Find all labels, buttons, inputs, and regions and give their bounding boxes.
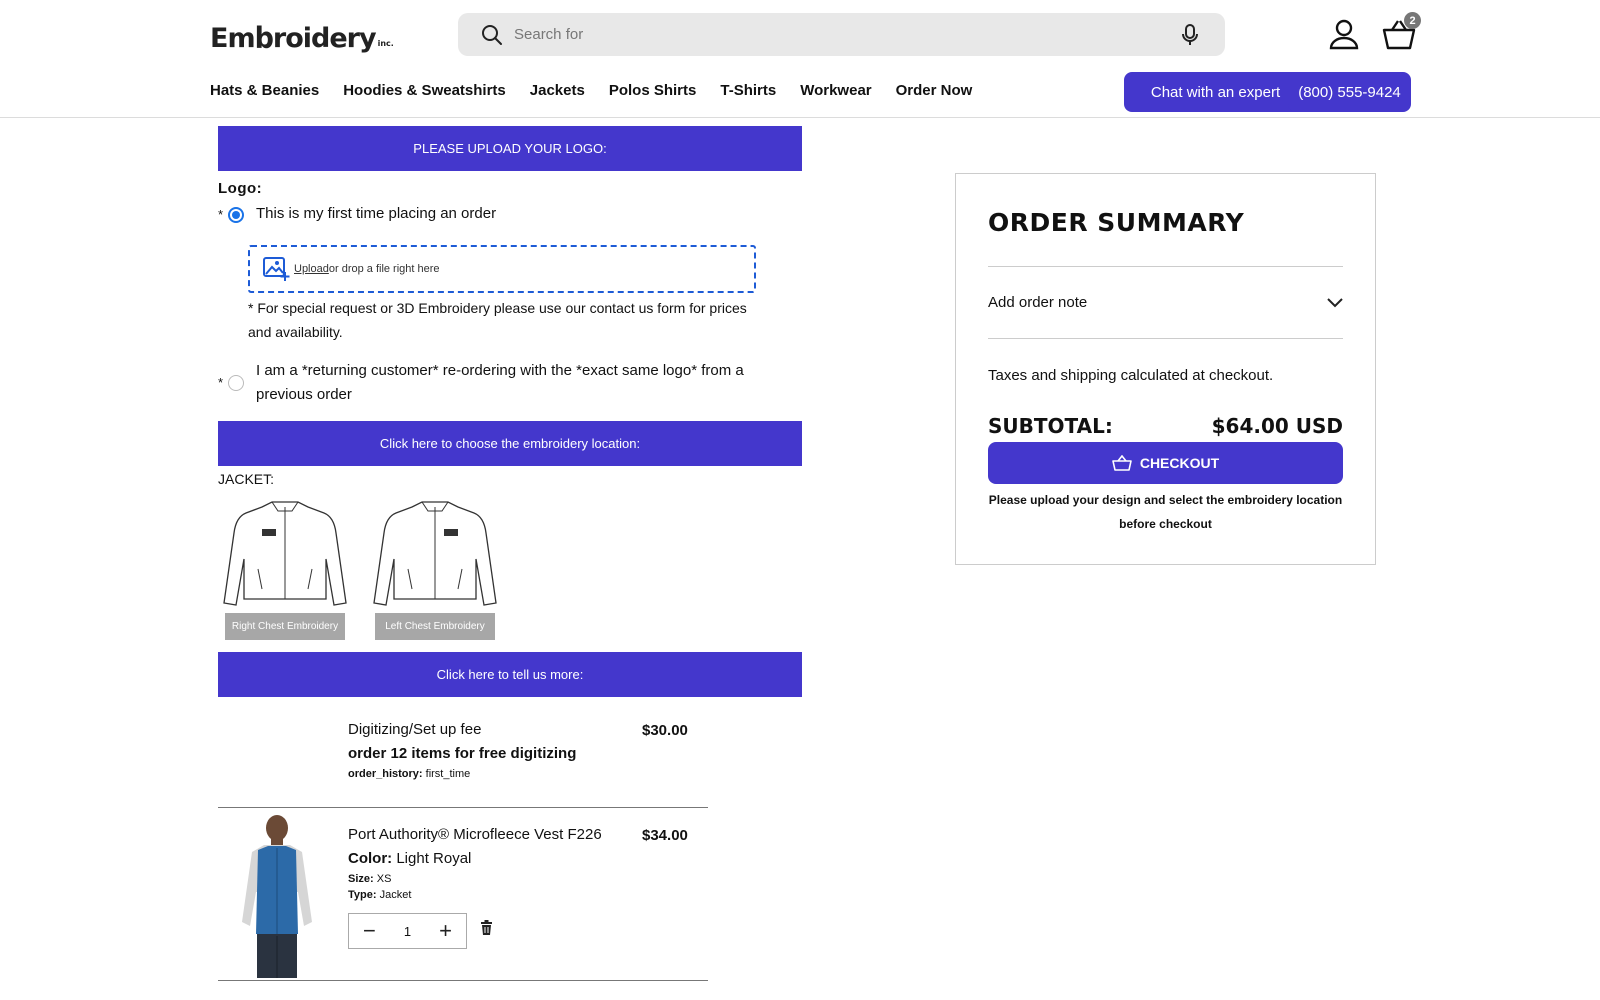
tell-us-more-banner[interactable]: Click here to tell us more: bbox=[218, 652, 802, 697]
order-history-meta: order_history: first_time bbox=[348, 768, 470, 780]
logo-suffix: inc. bbox=[377, 39, 394, 48]
quantity-stepper[interactable]: − 1 + bbox=[348, 913, 467, 949]
first-order-label: This is my first time placing an order bbox=[256, 205, 497, 222]
cart-count-badge: 2 bbox=[1404, 12, 1421, 29]
digitizing-promo: order 12 items for free digitizing bbox=[348, 745, 577, 762]
add-order-note-toggle[interactable]: Add order note bbox=[988, 294, 1343, 311]
logo-text: Embroidery bbox=[210, 21, 377, 56]
left-chest-embroidery-button[interactable]: Left Chest Embroidery bbox=[375, 613, 495, 640]
size-key: Size: bbox=[348, 873, 374, 885]
digitizing-fee-price: $30.00 bbox=[642, 722, 688, 739]
jacket-left-chest-image[interactable] bbox=[372, 499, 498, 609]
checkout-button[interactable]: CHECKOUT bbox=[988, 442, 1343, 484]
type-key: Type: bbox=[348, 889, 377, 901]
chevron-down-icon[interactable] bbox=[1327, 297, 1343, 308]
checkout-label: CHECKOUT bbox=[1139, 455, 1220, 471]
tax-shipping-note: Taxes and shipping calculated at checkou… bbox=[988, 367, 1274, 384]
special-request-note: * For special request or 3D Embroidery p… bbox=[248, 300, 747, 340]
checkout-requirement-message: Please upload your design and select the… bbox=[988, 493, 1343, 531]
file-dropzone[interactable]: Upload or drop a file right here bbox=[248, 245, 756, 293]
summary-divider bbox=[988, 338, 1343, 339]
microphone-icon[interactable] bbox=[1179, 23, 1201, 47]
trash-icon[interactable] bbox=[480, 920, 493, 935]
product-color: Color: Light Royal bbox=[348, 850, 471, 867]
order-summary-title: ORDER SUMMARY bbox=[988, 208, 1245, 237]
product-type: Type: Jacket bbox=[348, 889, 411, 901]
decrease-quantity-button[interactable]: − bbox=[363, 920, 376, 942]
site-logo[interactable]: Embroidery inc. bbox=[210, 14, 394, 56]
color-key: Color: bbox=[348, 850, 393, 867]
dropzone-hint: or drop a file right here bbox=[328, 263, 440, 275]
right-chest-embroidery-button[interactable]: Right Chest Embroidery bbox=[225, 613, 345, 640]
chat-expert-button[interactable]: Chat with an expert bbox=[1124, 72, 1307, 112]
line-item-divider bbox=[218, 807, 708, 808]
subtotal-row: SUBTOTAL: $64.00 USD bbox=[988, 414, 1343, 438]
search-input[interactable] bbox=[514, 26, 1154, 43]
add-order-note-label: Add order note bbox=[988, 294, 1088, 311]
increase-quantity-button[interactable]: + bbox=[439, 920, 452, 942]
meta-value: first_time bbox=[425, 768, 471, 780]
image-upload-icon bbox=[263, 257, 290, 281]
main-nav: Hats & Beanies Hoodies & Sweatshirts Jac… bbox=[210, 82, 972, 99]
nav-workwear[interactable]: Workwear bbox=[800, 82, 871, 99]
option-returning-customer[interactable]: * I am a *returning customer* re-orderin… bbox=[218, 359, 798, 407]
subtotal-label: SUBTOTAL: bbox=[988, 414, 1113, 438]
upload-logo-banner[interactable]: PLEASE UPLOAD YOUR LOGO: bbox=[218, 126, 802, 171]
returning-customer-radio[interactable] bbox=[228, 375, 244, 391]
quantity-value[interactable]: 1 bbox=[404, 924, 411, 939]
logo-field-label: Logo: bbox=[218, 180, 263, 197]
nav-jackets[interactable]: Jackets bbox=[530, 82, 585, 99]
product-price: $34.00 bbox=[642, 827, 688, 844]
returning-customer-label: I am a *returning customer* re-ordering … bbox=[256, 362, 744, 403]
nav-hats-beanies[interactable]: Hats & Beanies bbox=[210, 82, 319, 99]
embroidery-location-banner[interactable]: Click here to choose the embroidery loca… bbox=[218, 421, 802, 466]
meta-key: order_history: bbox=[348, 768, 423, 780]
line-item-divider bbox=[218, 980, 708, 981]
phone-button[interactable]: (800) 555-9424 bbox=[1288, 72, 1411, 112]
summary-divider bbox=[988, 266, 1343, 267]
size-value: XS bbox=[376, 873, 392, 885]
required-marker: * bbox=[218, 375, 224, 390]
nav-order-now[interactable]: Order Now bbox=[896, 82, 973, 99]
jacket-right-chest-image[interactable] bbox=[222, 499, 348, 609]
product-size: Size: XS bbox=[348, 873, 391, 885]
option-first-order[interactable]: * This is my first time placing an order bbox=[218, 205, 496, 223]
search-icon[interactable] bbox=[480, 23, 504, 47]
subtotal-value: $64.00 USD bbox=[1211, 414, 1343, 438]
nav-polos-shirts[interactable]: Polos Shirts bbox=[609, 82, 697, 99]
upload-link[interactable]: Upload bbox=[294, 263, 329, 275]
product-title[interactable]: Port Authority® Microfleece Vest F226 bbox=[348, 826, 602, 843]
type-value: Jacket bbox=[379, 889, 412, 901]
order-summary-panel: ORDER SUMMARY Add order note Taxes and s… bbox=[955, 173, 1376, 565]
search-bar[interactable] bbox=[458, 13, 1225, 56]
color-value: Light Royal bbox=[396, 850, 472, 867]
nav-hoodies-sweatshirts[interactable]: Hoodies & Sweatshirts bbox=[343, 82, 506, 99]
product-image-vest[interactable] bbox=[234, 812, 320, 980]
site-header: Embroidery inc. 2 Hats & Beanies Hoodies… bbox=[0, 0, 1600, 118]
required-marker: * bbox=[218, 207, 224, 222]
nav-t-shirts[interactable]: T-Shirts bbox=[720, 82, 776, 99]
account-icon[interactable] bbox=[1328, 18, 1360, 50]
first-order-radio[interactable] bbox=[228, 207, 244, 223]
jacket-label: JACKET: bbox=[218, 471, 275, 487]
digitizing-fee-title: Digitizing/Set up fee bbox=[348, 721, 482, 738]
basket-icon bbox=[1112, 455, 1132, 471]
